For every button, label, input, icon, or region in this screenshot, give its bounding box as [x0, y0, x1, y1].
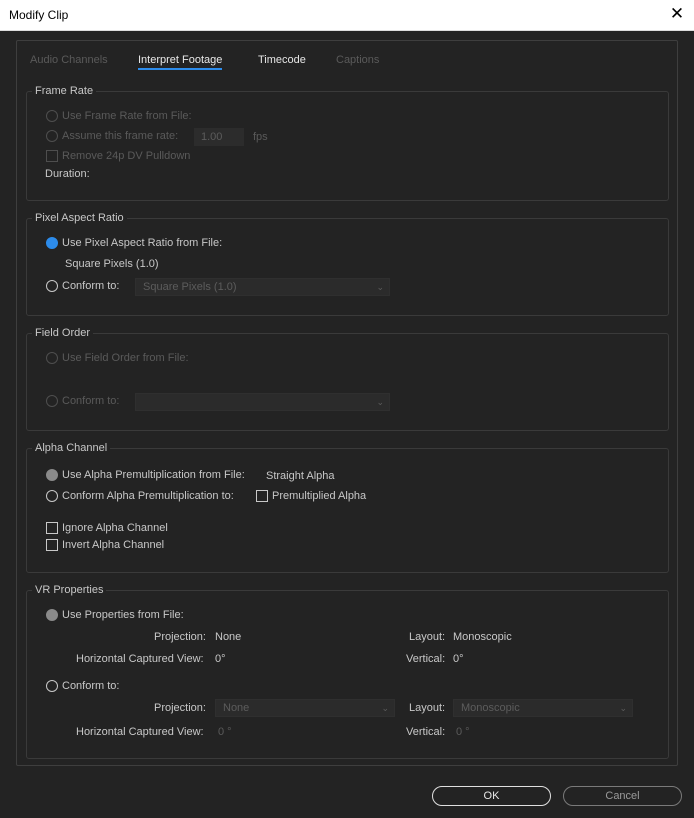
window-title: Modify Clip	[9, 8, 69, 22]
close-icon[interactable]: ✕	[666, 3, 688, 25]
radio-selected-icon	[46, 609, 58, 621]
remove-pulldown-label: Remove 24p DV Pulldown	[62, 150, 191, 162]
assume-frame-rate-radio[interactable]: Assume this frame rate:	[46, 130, 178, 142]
radio-selected-icon	[46, 237, 58, 249]
chevron-down-icon: ⌄	[381, 703, 389, 713]
invert-alpha-label: Invert Alpha Channel	[62, 539, 165, 551]
conform-projection-select[interactable]: None ⌄	[215, 699, 395, 717]
premultiplied-label: Premultiplied Alpha	[272, 490, 367, 502]
vr-properties-heading: VR Properties	[32, 584, 107, 596]
pixel-aspect-select-value: Square Pixels (1.0)	[143, 281, 237, 293]
vr-from-file-radio[interactable]: Use Properties from File:	[46, 609, 184, 621]
ignore-alpha-checkbox[interactable]: Ignore Alpha Channel	[46, 522, 168, 534]
pixel-aspect-file-value: Square Pixels (1.0)	[65, 258, 159, 270]
vertical-label: Vertical:	[406, 653, 446, 665]
radio-icon	[46, 680, 58, 692]
fps-label: fps	[253, 131, 268, 143]
layout-label: Layout:	[409, 631, 446, 643]
pixel-aspect-from-file-radio[interactable]: Use Pixel Aspect Ratio from File:	[46, 237, 222, 249]
checkbox-icon	[46, 539, 58, 551]
conform-vertical-value[interactable]: 0 °	[456, 726, 470, 738]
field-order-group	[26, 333, 669, 431]
projection-label: Projection:	[154, 631, 206, 643]
layout-value: Monoscopic	[453, 631, 512, 643]
radio-icon	[46, 130, 58, 142]
duration-label: Duration:	[45, 168, 90, 180]
chevron-down-icon: ⌄	[376, 282, 384, 292]
frame-rate-from-file-radio[interactable]: Use Frame Rate from File:	[46, 110, 192, 122]
radio-icon	[46, 352, 58, 364]
ignore-alpha-label: Ignore Alpha Channel	[62, 522, 168, 534]
projection-value: None	[215, 631, 242, 643]
field-order-conform-radio[interactable]: Conform to:	[46, 395, 119, 407]
checkbox-icon	[46, 150, 58, 162]
conform-hview-label: Horizontal Captured View:	[76, 726, 204, 738]
radio-icon	[46, 110, 58, 122]
vr-conform-radio[interactable]: Conform to:	[46, 680, 119, 692]
tab-interpret-footage[interactable]: Interpret Footage	[138, 54, 223, 70]
field-order-heading: Field Order	[32, 327, 94, 339]
radio-icon	[46, 280, 58, 292]
pixel-aspect-conform-radio[interactable]: Conform to:	[46, 280, 119, 292]
chevron-down-icon: ⌄	[619, 703, 627, 713]
radio-selected-icon	[46, 469, 58, 481]
use-premult-label: Use Alpha Premultiplication from File:	[62, 469, 245, 481]
tab-timecode[interactable]: Timecode	[258, 54, 306, 66]
tab-audio-channels[interactable]: Audio Channels	[30, 54, 108, 66]
premultiplied-checkbox[interactable]: Premultiplied Alpha	[256, 490, 366, 502]
vr-conform-label: Conform to:	[62, 680, 120, 692]
pixel-aspect-conform-label: Conform to:	[62, 280, 120, 292]
frame-rate-group	[26, 91, 669, 201]
radio-icon	[46, 395, 58, 407]
conform-layout-select[interactable]: Monoscopic ⌄	[453, 699, 633, 717]
conform-projection-label: Projection:	[154, 702, 206, 714]
field-order-from-file-label: Use Field Order from File:	[62, 352, 189, 364]
field-order-from-file-radio[interactable]: Use Field Order from File:	[46, 352, 189, 364]
ok-button[interactable]: OK	[432, 786, 551, 806]
tab-captions[interactable]: Captions	[336, 54, 379, 66]
conform-premult-label: Conform Alpha Premultiplication to:	[62, 490, 234, 502]
conform-hview-value[interactable]: 0 °	[218, 726, 232, 738]
frame-rate-heading: Frame Rate	[32, 85, 97, 97]
title-bar: Modify Clip ✕	[0, 0, 694, 31]
vr-from-file-label: Use Properties from File:	[62, 609, 184, 621]
alpha-channel-group	[26, 448, 669, 573]
use-premult-radio[interactable]: Use Alpha Premultiplication from File:	[46, 469, 245, 481]
hview-value: 0°	[215, 653, 226, 665]
radio-icon	[46, 490, 58, 502]
checkbox-icon	[46, 522, 58, 534]
assume-frame-rate-label: Assume this frame rate:	[62, 130, 179, 142]
invert-alpha-checkbox[interactable]: Invert Alpha Channel	[46, 539, 164, 551]
checkbox-icon	[256, 490, 268, 502]
pixel-aspect-heading: Pixel Aspect Ratio	[32, 212, 127, 224]
field-order-conform-label: Conform to:	[62, 395, 120, 407]
conform-projection-value: None	[223, 702, 250, 714]
conform-layout-label: Layout:	[409, 702, 446, 714]
conform-layout-value: Monoscopic	[461, 702, 520, 714]
cancel-button[interactable]: Cancel	[563, 786, 682, 806]
chevron-down-icon: ⌄	[376, 397, 384, 407]
alpha-channel-heading: Alpha Channel	[32, 442, 111, 454]
frame-rate-from-file-label: Use Frame Rate from File:	[62, 110, 192, 122]
vertical-value: 0°	[453, 653, 464, 665]
pixel-aspect-from-file-label: Use Pixel Aspect Ratio from File:	[62, 237, 223, 249]
hview-label: Horizontal Captured View:	[76, 653, 204, 665]
remove-pulldown-checkbox[interactable]: Remove 24p DV Pulldown	[46, 150, 190, 162]
field-order-select[interactable]: ⌄	[135, 393, 390, 411]
pixel-aspect-select[interactable]: Square Pixels (1.0) ⌄	[135, 278, 390, 296]
premult-value: Straight Alpha	[266, 470, 335, 482]
conform-premult-radio[interactable]: Conform Alpha Premultiplication to:	[46, 490, 234, 502]
frame-rate-input[interactable]: 1.00	[194, 128, 244, 146]
conform-vertical-label: Vertical:	[406, 726, 446, 738]
